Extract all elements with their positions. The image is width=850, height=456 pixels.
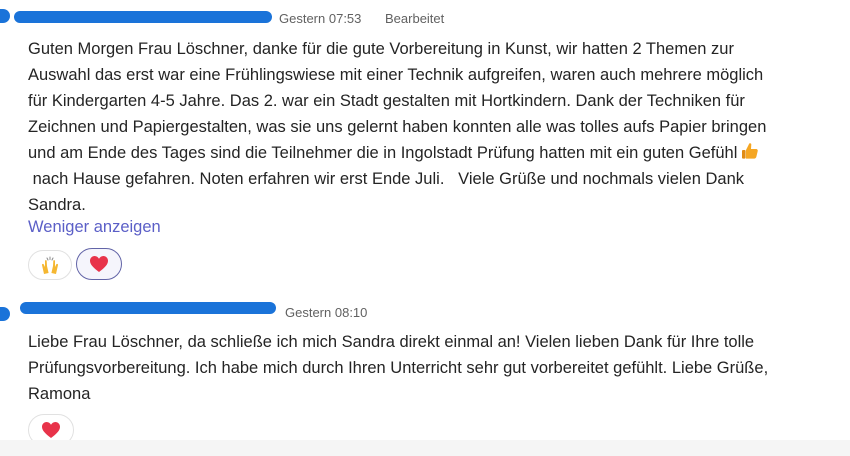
message-timestamp: Gestern 08:10 (285, 305, 368, 320)
message-line: Sandra. (28, 196, 86, 214)
heart-icon (42, 422, 60, 438)
message-line: Prüfungsvorbereitung. Ich habe mich durc… (28, 359, 769, 377)
reaction-raising-hands-button[interactable] (28, 250, 72, 280)
message-line: Liebe Frau Löschner, da schließe ich mic… (28, 333, 755, 351)
message-line: und am Ende des Tages sind die Teilnehme… (28, 140, 838, 166)
heart-icon (90, 256, 108, 272)
message-line: Guten Morgen Frau Löschner, danke für di… (28, 40, 734, 58)
message-line: Zeichnen und Papiergestalten, was sie un… (28, 118, 767, 136)
redacted-sender-name (14, 11, 272, 23)
message-body: Liebe Frau Löschner, da schließe ich mic… (28, 329, 838, 407)
reaction-heart-button[interactable] (76, 248, 122, 280)
redacted-sender-name (20, 302, 276, 314)
raising-hands-icon (41, 256, 59, 274)
edited-label: Bearbeitet (385, 11, 445, 26)
thumbs-up-icon (740, 141, 760, 161)
message-line: Auswahl das erst war eine Frühlingswiese… (28, 66, 764, 84)
message-line: nach Hause gefahren. Noten erfahren wir … (28, 170, 745, 188)
avatar[interactable] (0, 9, 10, 23)
chat-message: Gestern 08:10 Liebe Frau Löschner, da sc… (0, 290, 850, 446)
chat-footer-strip (0, 440, 850, 456)
chat-message: Gestern 07:53 Bearbeitet Guten Morgen Fr… (0, 0, 850, 285)
message-body: Guten Morgen Frau Löschner, danke für di… (28, 36, 838, 218)
message-line: für Kindergarten 4-5 Jahre. Das 2. war e… (28, 92, 745, 110)
message-line-text: und am Ende des Tages sind die Teilnehme… (28, 144, 738, 162)
show-less-link[interactable]: Weniger anzeigen (28, 218, 161, 237)
message-timestamp: Gestern 07:53 (279, 11, 362, 26)
message-line: Ramona (28, 385, 91, 403)
avatar[interactable] (0, 307, 10, 321)
